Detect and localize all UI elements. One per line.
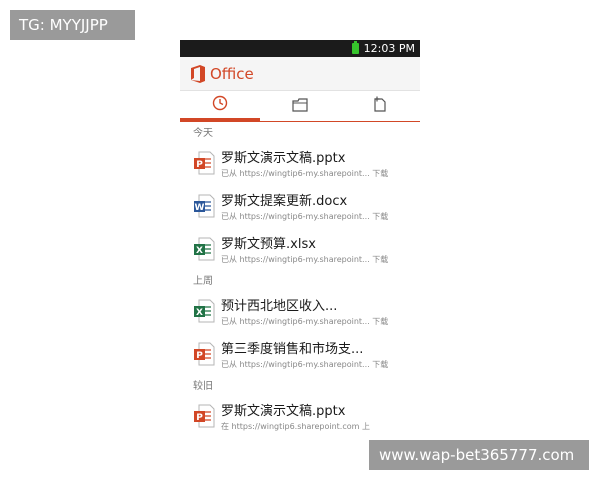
file-name: 罗斯文演示文稿.pptx xyxy=(221,403,346,419)
svg-text:X: X xyxy=(196,246,203,256)
svg-text:P: P xyxy=(196,160,203,170)
recent-file-item[interactable]: P 罗斯文演示文稿.pptx 在 https://wingtip6.sharepoi… xyxy=(180,394,420,437)
file-name: 第三季度销售和市场支... xyxy=(221,341,364,357)
file-list: 今天 P 罗斯文演示文稿.pptx 已从 https://wingtip6-my.sh… xyxy=(180,122,420,437)
app-title: Office xyxy=(210,64,254,83)
excel-file-icon: X xyxy=(193,237,215,261)
tab-open[interactable] xyxy=(260,91,340,121)
powerpoint-file-icon: P xyxy=(193,342,215,366)
watermark-bottom-right: www.wap-bet365777.com xyxy=(369,440,589,470)
section-header: 较旧 xyxy=(193,381,213,392)
tab-recent[interactable] xyxy=(180,91,260,121)
file-name: 罗斯文演示文稿.pptx xyxy=(221,150,346,166)
folder-icon xyxy=(292,97,308,116)
section-header: 上周 xyxy=(193,276,213,287)
powerpoint-file-icon: P xyxy=(193,404,215,428)
new-document-icon xyxy=(372,96,388,116)
clock-icon xyxy=(212,95,228,115)
word-file-icon: W xyxy=(193,194,215,218)
svg-text:P: P xyxy=(196,413,203,423)
recent-file-item[interactable]: X 罗斯文预算.xlsx 已从 https://wingtip6-my.sharep… xyxy=(180,227,420,270)
file-name: 罗斯文提案更新.docx xyxy=(221,193,348,209)
recent-file-item[interactable]: P 罗斯文演示文稿.pptx 已从 https://wingtip6-my.shar… xyxy=(180,141,420,184)
tab-new[interactable] xyxy=(340,91,420,121)
file-name: 罗斯文预算.xlsx xyxy=(221,236,316,252)
battery-icon xyxy=(351,41,359,54)
svg-text:X: X xyxy=(196,308,203,318)
status-bar: 12:03 PM xyxy=(180,40,420,57)
powerpoint-file-icon: P xyxy=(193,151,215,175)
svg-text:W: W xyxy=(195,203,205,213)
status-time: 12:03 PM xyxy=(363,42,415,55)
tab-bar xyxy=(180,91,420,122)
file-location: 已从 https://wingtip6-my.sharepoint... 下载 xyxy=(221,254,389,264)
app-header: Office xyxy=(180,57,420,91)
file-location: 已从 https://wingtip6-my.sharepoint... 下载 xyxy=(221,359,389,369)
excel-file-icon: X xyxy=(193,299,215,323)
svg-text:P: P xyxy=(196,351,203,361)
recent-file-item[interactable]: W 罗斯文提案更新.docx 已从 https://wingtip6-my.shar… xyxy=(180,184,420,227)
file-location: 已从 https://wingtip6-my.sharepoint... 下载 xyxy=(221,316,389,326)
section-header: 今天 xyxy=(193,128,213,139)
file-location: 已从 https://wingtip6-my.sharepoint... 下载 xyxy=(221,168,389,178)
file-name: 预计西北地区收入... xyxy=(221,298,338,314)
phone-screen: 12:03 PM Office 今天 P 罗斯文演示文稿.pptx 已从 htt… xyxy=(180,40,420,440)
recent-file-item[interactable]: X 预计西北地区收入... 已从 https://wingtip6-my.share… xyxy=(180,289,420,332)
recent-file-item[interactable]: P 第三季度销售和市场支... 已从 https://wingtip6-my.sha… xyxy=(180,332,420,375)
watermark-top-left: TG: MYYJJPP xyxy=(10,10,135,40)
office-logo-icon xyxy=(190,64,206,83)
file-location: 在 https://wingtip6.sharepoint.com 上 xyxy=(221,421,370,431)
file-location: 已从 https://wingtip6-my.sharepoint... 下载 xyxy=(221,211,389,221)
